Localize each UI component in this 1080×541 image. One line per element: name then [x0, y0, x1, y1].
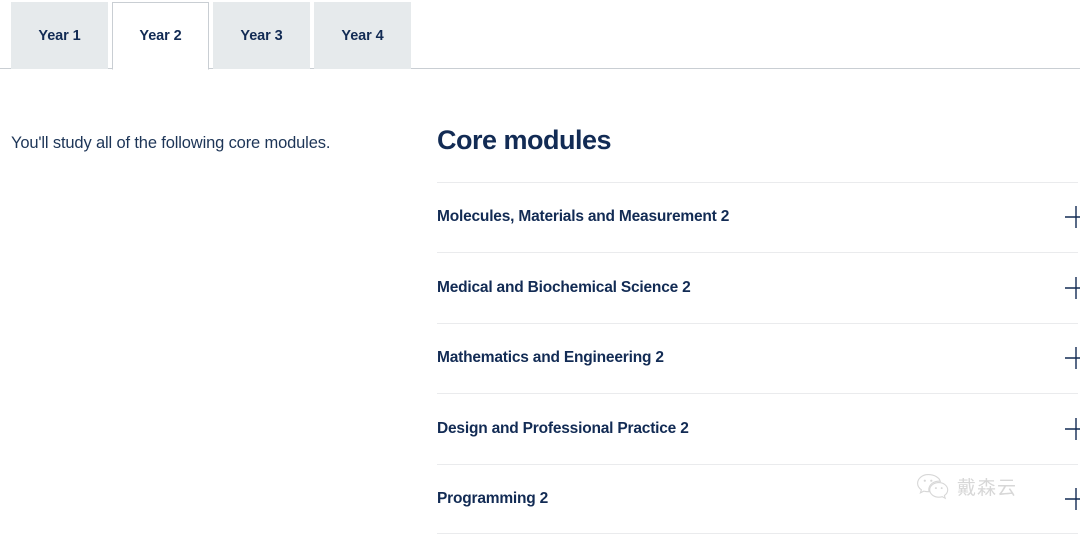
module-title: Medical and Biochemical Science 2 — [437, 278, 691, 296]
tab-panel-year-2: You'll study all of the following core m… — [0, 70, 1080, 541]
tab-year-4-label: Year 4 — [341, 28, 384, 44]
module-title: Programming 2 — [437, 489, 549, 507]
plus-icon[interactable] — [1063, 345, 1080, 371]
plus-icon[interactable] — [1063, 204, 1080, 230]
module-accordion-item[interactable]: Medical and Biochemical Science 2 — [437, 252, 1080, 323]
module-accordion-item[interactable]: Mathematics and Engineering 2 — [437, 322, 1080, 394]
plus-icon[interactable] — [1063, 275, 1080, 301]
tab-year-1-label: Year 1 — [38, 28, 81, 44]
core-modules-section: Core modules Molecules, Materials and Me… — [437, 70, 1080, 535]
tab-year-3-label: Year 3 — [240, 28, 283, 44]
tab-year-2-label: Year 2 — [139, 28, 182, 44]
module-title: Design and Professional Practice 2 — [437, 419, 689, 437]
module-accordion-item[interactable]: Molecules, Materials and Measurement 2 — [437, 181, 1080, 253]
page-title: Core modules — [437, 125, 612, 155]
module-accordion-list: Molecules, Materials and Measurement 2 M… — [437, 181, 1080, 535]
module-title: Molecules, Materials and Measurement 2 — [437, 208, 730, 226]
module-title: Mathematics and Engineering 2 — [437, 349, 664, 367]
tab-year-4[interactable]: Year 4 — [314, 2, 411, 69]
tab-year-1[interactable]: Year 1 — [11, 2, 108, 69]
tab-list: Year 1 Year 2 Year 3 Year 4 — [11, 2, 411, 70]
intro-paragraph: You'll study all of the following core m… — [11, 134, 331, 152]
year-tab-bar: Year 1 Year 2 Year 3 Year 4 — [0, 0, 1080, 70]
plus-icon[interactable] — [1063, 486, 1080, 512]
module-accordion-item[interactable]: Design and Professional Practice 2 — [437, 393, 1080, 464]
tab-year-3[interactable]: Year 3 — [213, 2, 310, 69]
tab-year-2[interactable]: Year 2 — [112, 2, 209, 70]
module-accordion-item[interactable]: Programming 2 — [437, 463, 1080, 535]
plus-icon[interactable] — [1063, 416, 1080, 442]
